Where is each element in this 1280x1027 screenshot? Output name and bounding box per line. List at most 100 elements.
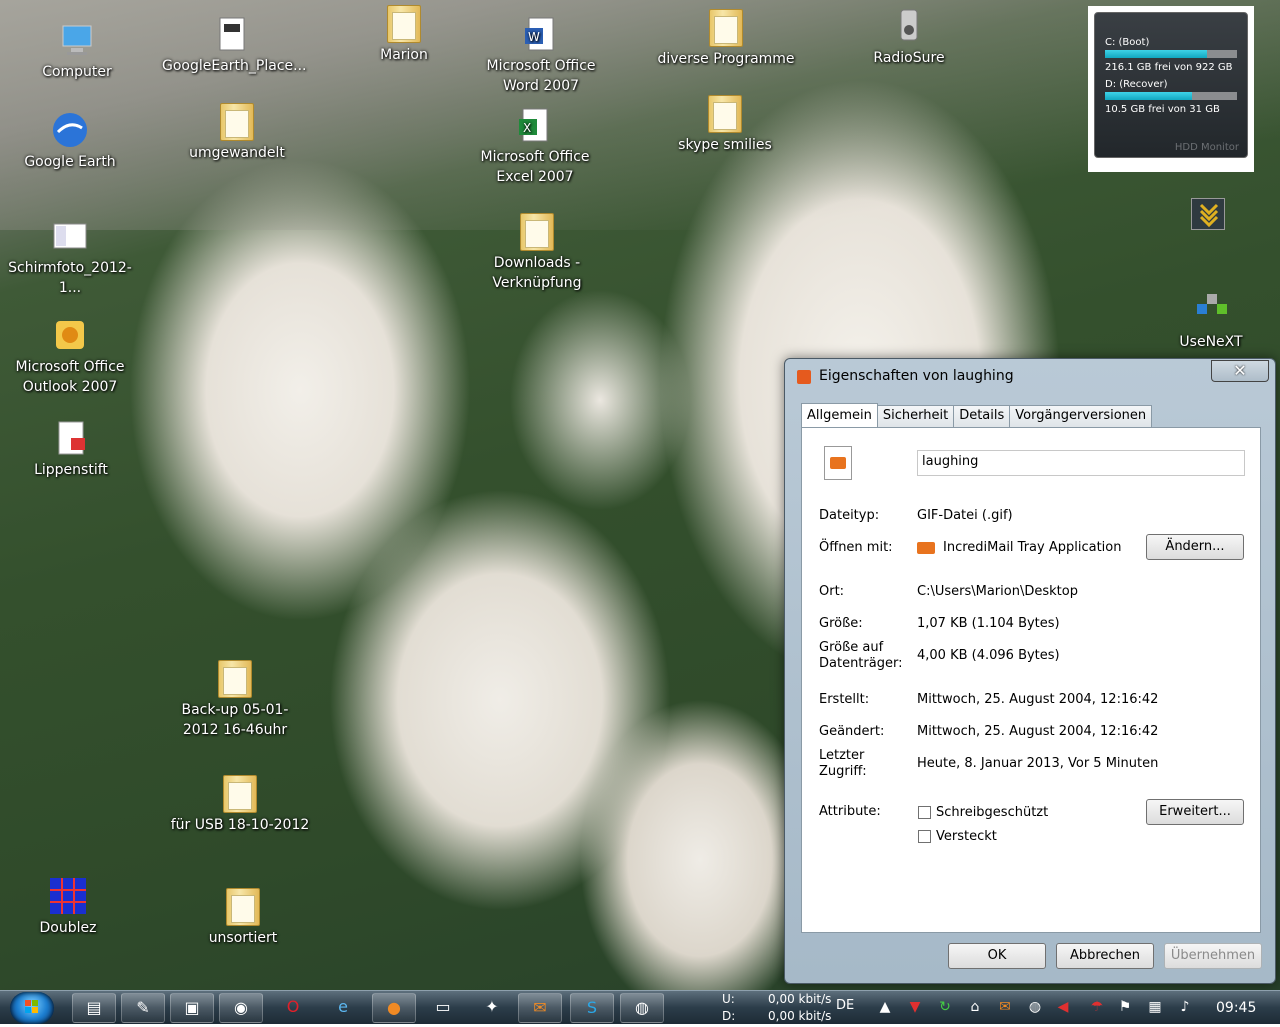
tray-sync-icon[interactable]: ↻ xyxy=(936,998,954,1016)
zugriff-value: Heute, 8. Januar 2013, Vor 5 Minuten xyxy=(917,756,1159,771)
taskbar: ▤ ✎ ▣ ◉ O e ● ▭ ✦ ✉ S ◍ U: 0,00 kbit/s D:… xyxy=(0,990,1280,1024)
taskbar-app-8[interactable]: ▭ xyxy=(421,993,465,1023)
archive-7z-icon xyxy=(219,17,245,51)
general-panel: laughing Dateityp: GIF-Datei (.gif) Öffn… xyxy=(801,427,1261,933)
erstellt-label: Erstellt: xyxy=(819,692,870,707)
network-status-icon[interactable]: ▦ xyxy=(1146,998,1164,1016)
taskbar-ie[interactable]: e xyxy=(321,993,365,1023)
dialog-titlebar[interactable]: Eigenschaften von laughing ✕ xyxy=(785,359,1275,393)
mail-icon: ✉ xyxy=(533,998,547,1017)
desktop-icon-label: diverse Programme xyxy=(657,51,795,67)
tray-antivirus-icon[interactable]: ▼ xyxy=(906,998,924,1016)
taskbar-app-2[interactable]: ✎ xyxy=(121,993,165,1023)
schreibgeschuetzt-checkbox[interactable] xyxy=(918,806,931,819)
desktop-icon-label: Google Earth xyxy=(24,154,116,170)
excel-icon: X xyxy=(519,108,548,142)
shortcut-folder-icon xyxy=(520,213,554,251)
desktop-icon-umgewandelt[interactable]: umgewandelt xyxy=(167,103,307,163)
filename-field[interactable]: laughing xyxy=(917,450,1245,476)
desktop-icon-unsortiert[interactable]: unsortiert xyxy=(173,888,313,948)
groesse-value: 1,07 KB (1.104 Bytes) xyxy=(917,616,1060,631)
desktop-icon-google-earth[interactable]: Google Earth xyxy=(0,110,140,172)
taskbar-app-12[interactable]: ◍ xyxy=(620,993,664,1023)
tray-avira-icon[interactable]: ☂ xyxy=(1088,998,1106,1016)
desktop-icon-excel[interactable]: X Microsoft Office Excel 2007 xyxy=(465,105,605,187)
show-hidden-icons-icon[interactable]: ▲ xyxy=(876,998,894,1016)
aendern-button[interactable]: Ändern... xyxy=(1146,534,1244,560)
tray-mail-icon[interactable]: ✉ xyxy=(996,998,1014,1016)
gadget-brand: HDD Monitor xyxy=(1174,142,1239,153)
taskbar-explorer[interactable]: ▤ xyxy=(72,993,116,1023)
taskbar-app-3[interactable]: ▣ xyxy=(170,993,214,1023)
language-indicator[interactable]: DE xyxy=(836,991,854,1021)
taskbar-firefox[interactable]: ● xyxy=(372,993,416,1023)
folder-icon xyxy=(220,103,254,141)
desktop-icon-label: für USB 18-10-2012 xyxy=(170,817,310,833)
computer-icon xyxy=(62,25,92,55)
separator xyxy=(819,788,1244,789)
start-button[interactable] xyxy=(10,992,54,1024)
desktop-icon-backup[interactable]: Back-up 05-01-2012 16-46uhr xyxy=(165,660,305,740)
desktop-icon-computer[interactable]: Computer xyxy=(7,20,147,82)
taskbar-skype[interactable]: S xyxy=(570,993,614,1023)
desktop-icon-diverse-programme[interactable]: diverse Programme xyxy=(656,9,796,69)
hdd-monitor-panel: C: (Boot) 216.1 GB frei von 922 GB D: (R… xyxy=(1094,12,1248,158)
tray-speaker-icon[interactable]: ◀ xyxy=(1054,998,1072,1016)
tray-app-icon[interactable]: ◍ xyxy=(1026,998,1044,1016)
desktop-icon-outlook[interactable]: Microsoft Office Outlook 2007 xyxy=(0,315,140,397)
zugriff-label: Letzter Zugriff: xyxy=(819,748,867,779)
oeffnen-label: Öffnen mit: xyxy=(819,540,893,555)
ort-value: C:\Users\Marion\Desktop xyxy=(917,584,1078,599)
attribute-label: Attribute: xyxy=(819,804,881,819)
drive-d-name: D: (Recover) xyxy=(1105,79,1168,90)
tab-strip: Allgemein Sicherheit Details Vorgängerve… xyxy=(801,403,1153,429)
game-icon: ✦ xyxy=(485,997,499,1016)
desktop-icon-skype-smilies[interactable]: skype smilies xyxy=(655,95,795,155)
desktop-icon-radiosure[interactable]: RadioSure xyxy=(839,6,979,68)
internet-explorer-icon: e xyxy=(338,997,348,1016)
desktop-icon-label: UseNeXT xyxy=(1179,334,1243,350)
desktop-icon-usenext[interactable]: UseNeXT xyxy=(1141,290,1280,352)
desktop-icon-label: Microsoft Office Outlook 2007 xyxy=(15,359,125,395)
desktop-icon-label: Computer xyxy=(42,64,112,80)
volume-icon[interactable]: ♪ xyxy=(1176,998,1194,1016)
desktop-icon-doublez[interactable]: Doublez xyxy=(0,876,138,938)
versteckt-checkbox[interactable] xyxy=(918,830,931,843)
erweitert-button[interactable]: Erweitert... xyxy=(1146,799,1244,825)
folder-icon xyxy=(709,9,743,47)
taskbar-opera[interactable]: O xyxy=(271,993,315,1023)
desktop-icon-label: RadioSure xyxy=(873,50,945,66)
close-button[interactable]: ✕ xyxy=(1211,360,1269,382)
tab-sicherheit[interactable]: Sicherheit xyxy=(876,405,955,427)
desktop-icon-googleearth-place[interactable]: GoogleEarth_Place... xyxy=(162,14,306,76)
abbrechen-button[interactable]: Abbrechen xyxy=(1056,943,1154,969)
clock[interactable]: 09:45 xyxy=(1216,991,1256,1025)
uebernehmen-button[interactable]: Übernehmen xyxy=(1164,943,1262,969)
desktop-icon-label: Back-up 05-01-2012 16-46uhr xyxy=(181,702,289,738)
hdd-monitor-gadget[interactable]: C: (Boot) 216.1 GB frei von 922 GB D: (R… xyxy=(1088,6,1254,172)
taskbar-app-9[interactable]: ✦ xyxy=(470,993,514,1023)
properties-dialog[interactable]: Eigenschaften von laughing ✕ Allgemein S… xyxy=(784,358,1276,984)
tab-details[interactable]: Details xyxy=(953,405,1011,427)
network-monitor: U: 0,00 kbit/s D: 0,00 kbit/s xyxy=(722,991,832,1025)
svg-text:X: X xyxy=(523,121,531,135)
desktop-icon-downloads[interactable]: Downloads - Verknüpfung xyxy=(467,213,607,293)
taskbar-incredimail[interactable]: ✉ xyxy=(518,993,562,1023)
desktop-icon-lippenstift[interactable]: Lippenstift xyxy=(1,418,141,480)
desktop-icon-word[interactable]: W Microsoft Office Word 2007 xyxy=(471,14,611,96)
action-center-flag-icon[interactable]: ⚑ xyxy=(1116,998,1134,1016)
taskbar-chrome[interactable]: ◉ xyxy=(219,993,263,1023)
desktop-icon-schirmfoto[interactable]: Schirmfoto_2012-1... xyxy=(0,216,140,298)
desktop-icon-marion[interactable]: Marion xyxy=(334,5,474,65)
tray-network-icon[interactable]: ⌂ xyxy=(966,998,984,1016)
chevron-gadget-icon[interactable] xyxy=(1191,198,1225,230)
tab-vorgaengerversionen[interactable]: Vorgängerversionen xyxy=(1009,405,1153,427)
desktop-icon-fuer-usb[interactable]: für USB 18-10-2012 xyxy=(170,775,310,835)
dateityp-label: Dateityp: xyxy=(819,508,880,523)
net-down-value: 0,00 kbit/s xyxy=(768,1009,832,1023)
svg-text:W: W xyxy=(528,30,540,44)
ok-button[interactable]: OK xyxy=(948,943,1046,969)
word-icon: W xyxy=(525,17,554,51)
folder-icon: ▤ xyxy=(86,998,102,1017)
tab-allgemein[interactable]: Allgemein xyxy=(801,403,878,429)
